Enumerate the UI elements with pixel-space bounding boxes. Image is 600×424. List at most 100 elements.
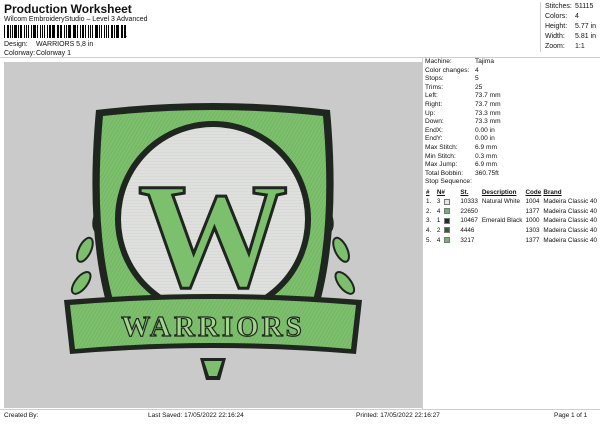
barcode-bar (41, 25, 44, 38)
design-name-row: Design: WARRIORS 5,8 in (4, 41, 93, 48)
banner-text: WARRIORS (121, 311, 305, 343)
detail-row: Up: 73.3 mm (425, 110, 598, 119)
column-header: St. (460, 188, 469, 196)
page-title: Production Worksheet (4, 2, 132, 16)
detail-label: Stops: (425, 75, 444, 83)
column-header: Code (525, 188, 542, 196)
detail-label: EndX: (425, 126, 443, 134)
detail-row: Stops: 5 (425, 75, 598, 84)
detail-value: 4 (475, 66, 479, 74)
barcode-number: 1 (124, 33, 128, 39)
barcode-bar (47, 25, 49, 38)
stat-row: Width: 5.81 in (545, 32, 600, 42)
detail-row: Max Stitch: 6.9 mm (425, 144, 598, 153)
barcode-bar (72, 25, 74, 38)
stat-row: Stitches: 51115 (545, 2, 600, 12)
printed-date: Printed: 17/05/2022 22:16:27 (356, 412, 440, 419)
detail-row: Left: 73.7 mm (425, 92, 598, 101)
stat-label: Colors: (545, 13, 568, 20)
thread-brand: Madeira Classic 40 (543, 207, 597, 215)
barcode (4, 25, 128, 38)
barcode-bar (56, 25, 58, 38)
stitch-count: 22650 (460, 207, 478, 215)
design-label: Design: (4, 41, 28, 48)
needle-cell: 4 (436, 235, 460, 245)
thread-code: 1303 (525, 226, 540, 234)
detail-label: EndY: (425, 135, 443, 143)
thread-brand: Madeira Classic 40 (543, 226, 597, 234)
colorway-value: Colorway 1 (36, 50, 72, 57)
detail-row: Min Stitch: 0.3 mm (425, 153, 598, 162)
detail-label: Color changes: (425, 66, 470, 74)
barcode-bar (36, 25, 38, 38)
thread-brand: Madeira Classic 40 (543, 198, 597, 206)
detail-value: 0.00 in (475, 126, 495, 134)
needle-cell: 1 (436, 216, 460, 226)
barcode-bar (11, 25, 13, 38)
detail-row: Color changes: 4 (425, 67, 598, 76)
design-value: WARRIORS 5,8 in (36, 41, 94, 48)
summary-stats: Stitches: 51115 Colors: 4 Height: 5.77 in W… (540, 2, 600, 52)
thread-code: 1004 (525, 198, 540, 206)
detail-row: Down: 73.3 mm (425, 118, 598, 127)
thread-color-swatch (444, 208, 451, 215)
stat-row: Zoom: 1:1 (545, 42, 600, 52)
needle-number: 1 (436, 217, 441, 225)
thread-description (481, 226, 525, 236)
stitch-count: 3217 (460, 236, 475, 244)
thread-brand: Madeira Classic 40 (543, 236, 597, 244)
barcode-bar (51, 25, 55, 38)
laurel-leaf (334, 271, 356, 295)
laurel-leaf (70, 271, 92, 295)
stop-sequence-title: Stop Sequence: (425, 178, 472, 186)
detail-value: 25 (475, 83, 483, 91)
detail-value: 5 (475, 75, 479, 83)
thread-description: Natural White (481, 198, 520, 206)
barcode-bar (95, 25, 98, 38)
colorway-row: Colorway:Colorway 1 (4, 50, 71, 57)
needle-cell: 2 (436, 226, 460, 236)
stat-value: 1:1 (575, 43, 585, 50)
stop-number: 3. (426, 217, 432, 225)
barcode-bar (87, 25, 89, 38)
thread-description (481, 207, 525, 217)
column-header: Description (481, 188, 517, 196)
detail-row: EndY: 0.00 in (425, 135, 598, 144)
thread-code: 1377 (525, 207, 540, 215)
thread-code: 1377 (525, 236, 540, 244)
barcode-bar (100, 25, 102, 38)
detail-label: Max Jump: (425, 161, 458, 169)
barcode-bar (18, 25, 19, 38)
barcode-bar (80, 25, 82, 38)
column-divider (422, 57, 423, 409)
barcode-bar (77, 25, 79, 38)
barcode-bar (64, 25, 66, 38)
barcode-bar (27, 25, 30, 38)
needle-number: 4 (436, 236, 441, 244)
created-by: Created By: (4, 412, 39, 419)
table-row: 5. 4 3217 1377 Madeira Classic 40 (425, 235, 598, 245)
needle-number: 3 (436, 198, 441, 206)
barcode-bar (103, 25, 106, 38)
barcode-bar (66, 25, 67, 38)
barcode-bar (98, 25, 100, 38)
detail-label: Total Bobbin: (425, 169, 464, 177)
barcode-bar (44, 25, 46, 38)
barcode-bar (120, 25, 122, 38)
software-subtitle: Wilcom EmbroideryStudio – Level 3 Advanc… (4, 16, 148, 23)
detail-label: Machine: (425, 58, 452, 65)
barcode-bar (92, 25, 94, 38)
barcode-bar (6, 25, 9, 38)
detail-label: Right: (425, 100, 443, 108)
thread-color-swatch (444, 198, 451, 205)
stat-label: Width: (545, 33, 565, 40)
table-row: 2. 4 22650 1377 Madeira Classic 40 (425, 207, 598, 217)
detail-label: Down: (425, 118, 444, 126)
detail-value: 6.9 mm (475, 143, 497, 151)
machine-details: Machine: Tajima Color changes: 4 Stops: 5 Trim… (425, 58, 598, 245)
barcode-bar (19, 25, 22, 38)
thread-color-swatch (444, 236, 451, 243)
detail-label: Left: (425, 92, 438, 100)
column-header: Brand (543, 188, 562, 196)
barcode-bar (111, 25, 113, 38)
